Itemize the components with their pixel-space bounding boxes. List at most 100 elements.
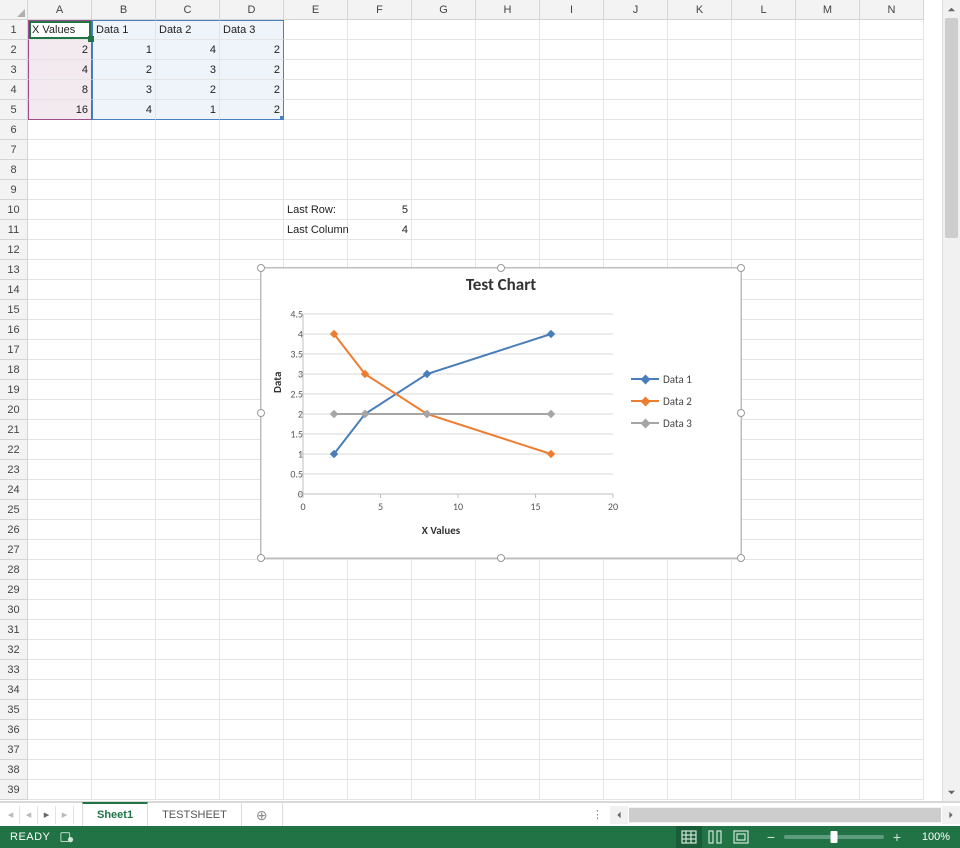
cell-M6[interactable] xyxy=(796,120,860,140)
cell-A9[interactable] xyxy=(28,180,92,200)
cell-M29[interactable] xyxy=(796,580,860,600)
cell-A38[interactable] xyxy=(28,760,92,780)
sheet-tab-TESTSHEET[interactable]: TESTSHEET xyxy=(148,803,242,826)
cell-C23[interactable] xyxy=(156,460,220,480)
row-header-18[interactable]: 18 xyxy=(0,360,28,380)
cell-D30[interactable] xyxy=(220,600,284,620)
cell-B38[interactable] xyxy=(92,760,156,780)
cell-J9[interactable] xyxy=(604,180,668,200)
col-header-J[interactable]: J xyxy=(604,0,668,20)
cell-G37[interactable] xyxy=(412,740,476,760)
cell-F31[interactable] xyxy=(348,620,412,640)
cell-C28[interactable] xyxy=(156,560,220,580)
cell-M19[interactable] xyxy=(796,380,860,400)
cell-H10[interactable] xyxy=(476,200,540,220)
cell-N2[interactable] xyxy=(860,40,924,60)
cell-E33[interactable] xyxy=(284,660,348,680)
cell-N6[interactable] xyxy=(860,120,924,140)
tab-split-handle[interactable]: ⋮ xyxy=(586,808,610,821)
cell-M37[interactable] xyxy=(796,740,860,760)
cell-I35[interactable] xyxy=(540,700,604,720)
cell-A2[interactable]: 2 xyxy=(28,40,92,60)
cell-N17[interactable] xyxy=(860,340,924,360)
cell-A17[interactable] xyxy=(28,340,92,360)
cell-F5[interactable] xyxy=(348,100,412,120)
cell-K39[interactable] xyxy=(668,780,732,800)
cell-B35[interactable] xyxy=(92,700,156,720)
cell-G35[interactable] xyxy=(412,700,476,720)
cell-H29[interactable] xyxy=(476,580,540,600)
cell-J3[interactable] xyxy=(604,60,668,80)
row-header-5[interactable]: 5 xyxy=(0,100,28,120)
cell-N33[interactable] xyxy=(860,660,924,680)
cell-G32[interactable] xyxy=(412,640,476,660)
cell-J6[interactable] xyxy=(604,120,668,140)
cell-A5[interactable]: 16 xyxy=(28,100,92,120)
cell-F33[interactable] xyxy=(348,660,412,680)
cell-G30[interactable] xyxy=(412,600,476,620)
cell-J1[interactable] xyxy=(604,20,668,40)
cell-N26[interactable] xyxy=(860,520,924,540)
cell-E29[interactable] xyxy=(284,580,348,600)
cell-K12[interactable] xyxy=(668,240,732,260)
cell-K1[interactable] xyxy=(668,20,732,40)
cell-A32[interactable] xyxy=(28,640,92,660)
cell-D11[interactable] xyxy=(220,220,284,240)
cell-F28[interactable] xyxy=(348,560,412,580)
cell-C33[interactable] xyxy=(156,660,220,680)
cell-L4[interactable] xyxy=(732,80,796,100)
cell-N22[interactable] xyxy=(860,440,924,460)
col-header-K[interactable]: K xyxy=(668,0,732,20)
cell-C24[interactable] xyxy=(156,480,220,500)
cell-F1[interactable] xyxy=(348,20,412,40)
row-header-16[interactable]: 16 xyxy=(0,320,28,340)
cell-D12[interactable] xyxy=(220,240,284,260)
cell-K32[interactable] xyxy=(668,640,732,660)
cell-B28[interactable] xyxy=(92,560,156,580)
cell-M39[interactable] xyxy=(796,780,860,800)
col-header-D[interactable]: D xyxy=(220,0,284,20)
cell-K28[interactable] xyxy=(668,560,732,580)
cell-A16[interactable] xyxy=(28,320,92,340)
cell-L37[interactable] xyxy=(732,740,796,760)
cell-N34[interactable] xyxy=(860,680,924,700)
chart-object[interactable]: Test Chart Data X Values 00.511.522.533.… xyxy=(260,267,742,559)
cell-N29[interactable] xyxy=(860,580,924,600)
cell-B4[interactable]: 3 xyxy=(92,80,156,100)
cell-E1[interactable] xyxy=(284,20,348,40)
row-header-35[interactable]: 35 xyxy=(0,700,28,720)
col-header-A[interactable]: A xyxy=(28,0,92,20)
cell-C4[interactable]: 2 xyxy=(156,80,220,100)
tab-prev-icon[interactable]: ◂ xyxy=(20,806,38,824)
col-header-E[interactable]: E xyxy=(284,0,348,20)
cell-A27[interactable] xyxy=(28,540,92,560)
row-header-36[interactable]: 36 xyxy=(0,720,28,740)
row-header-6[interactable]: 6 xyxy=(0,120,28,140)
cell-I38[interactable] xyxy=(540,760,604,780)
cell-B37[interactable] xyxy=(92,740,156,760)
cell-C22[interactable] xyxy=(156,440,220,460)
cell-J32[interactable] xyxy=(604,640,668,660)
cell-E6[interactable] xyxy=(284,120,348,140)
col-header-M[interactable]: M xyxy=(796,0,860,20)
cell-N30[interactable] xyxy=(860,600,924,620)
cell-N20[interactable] xyxy=(860,400,924,420)
cell-D29[interactable] xyxy=(220,580,284,600)
cell-B8[interactable] xyxy=(92,160,156,180)
cell-L30[interactable] xyxy=(732,600,796,620)
cell-B17[interactable] xyxy=(92,340,156,360)
cell-H9[interactable] xyxy=(476,180,540,200)
scroll-up-button[interactable] xyxy=(943,0,960,18)
cell-A1[interactable]: X Values xyxy=(28,20,92,40)
cell-E12[interactable] xyxy=(284,240,348,260)
cell-M26[interactable] xyxy=(796,520,860,540)
cell-E2[interactable] xyxy=(284,40,348,60)
cell-D36[interactable] xyxy=(220,720,284,740)
cell-H38[interactable] xyxy=(476,760,540,780)
view-normal-icon[interactable] xyxy=(676,826,702,848)
zoom-in-button[interactable]: + xyxy=(890,829,904,845)
cell-C1[interactable]: Data 2 xyxy=(156,20,220,40)
cell-B34[interactable] xyxy=(92,680,156,700)
horizontal-scrollbar[interactable] xyxy=(610,806,960,824)
cell-H2[interactable] xyxy=(476,40,540,60)
